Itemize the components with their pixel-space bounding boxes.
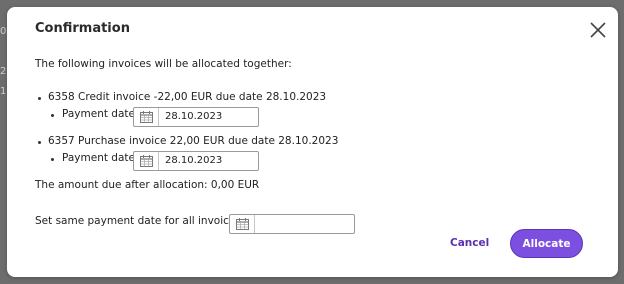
payment-date-value: 28.10.2023	[165, 111, 223, 122]
confirmation-dialog: Confirmation The following invoices will…	[7, 7, 618, 277]
invoice-description: 6358 Credit invoice -22,00 EUR due date …	[48, 91, 327, 103]
close-icon	[590, 22, 606, 38]
close-button[interactable]	[587, 19, 609, 41]
list-bullet	[51, 158, 54, 161]
list-bullet	[51, 114, 54, 117]
calendar-button[interactable]	[230, 215, 255, 233]
allocate-button[interactable]: Allocate	[510, 229, 583, 258]
calendar-button[interactable]	[134, 108, 159, 126]
cancel-button[interactable]: Cancel	[450, 237, 489, 249]
calendar-icon	[139, 111, 153, 123]
backdrop-text: 0	[0, 26, 7, 37]
dialog-title: Confirmation	[35, 21, 130, 36]
intro-text: The following invoices will be allocated…	[35, 58, 292, 70]
payment-date-label: Payment date	[62, 152, 135, 164]
calendar-icon	[235, 218, 249, 230]
same-date-label: Set same payment date for all invoices	[35, 215, 241, 227]
list-bullet	[38, 141, 41, 144]
payment-date-field[interactable]: 28.10.2023	[133, 151, 259, 171]
backdrop-text: 2	[0, 66, 7, 77]
same-date-field[interactable]	[229, 214, 355, 234]
payment-date-label: Payment date	[62, 108, 135, 120]
calendar-button[interactable]	[134, 152, 159, 170]
list-bullet	[38, 97, 41, 100]
invoice-description: 6357 Purchase invoice 22,00 EUR due date…	[48, 135, 339, 147]
payment-date-field[interactable]: 28.10.2023	[133, 107, 259, 127]
amount-due-text: The amount due after allocation: 0,00 EU…	[35, 179, 260, 191]
calendar-icon	[139, 155, 153, 167]
payment-date-value: 28.10.2023	[165, 155, 223, 166]
backdrop-text: 1	[0, 86, 7, 97]
